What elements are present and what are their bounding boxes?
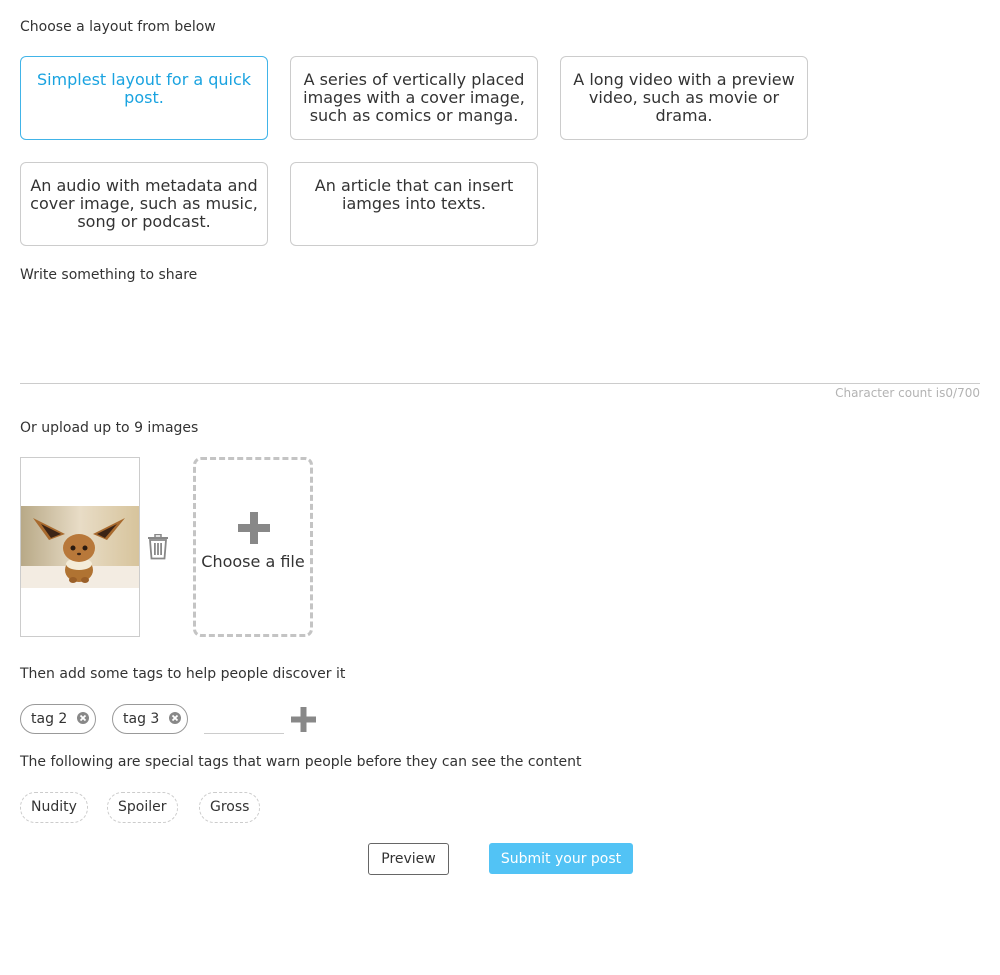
tag-label: tag 2: [31, 711, 68, 727]
character-count: Character count is0/700: [835, 386, 980, 400]
character-count-value: 0/700: [945, 386, 980, 400]
layout-option-audio[interactable]: An audio with metadata and cover image, …: [20, 162, 268, 246]
layout-option-article[interactable]: An article that can insert iamges into t…: [290, 162, 538, 246]
layout-option-text: An audio with metadata and cover image, …: [30, 176, 258, 231]
uploaded-image-thumbnail[interactable]: [20, 457, 140, 637]
layout-option-quick-post[interactable]: Simplest layout for a quick post.: [20, 56, 268, 140]
add-tag-plus-icon[interactable]: [291, 707, 316, 732]
layout-option-text: Simplest layout for a quick post.: [36, 70, 252, 107]
layout-option-text: A long video with a preview video, such …: [573, 70, 795, 125]
tags-section-label: Then add some tags to help people discov…: [20, 666, 346, 682]
layout-option-text: A series of vertically placed images wit…: [303, 70, 525, 125]
layout-option-comics[interactable]: A series of vertically placed images wit…: [290, 56, 538, 140]
warning-tag-nudity[interactable]: Nudity: [20, 792, 88, 823]
tag-pill: tag 3: [112, 704, 188, 734]
layout-option-text: An article that can insert iamges into t…: [314, 176, 514, 213]
submit-post-button[interactable]: Submit your post: [489, 843, 633, 874]
tag-label: tag 3: [123, 711, 160, 727]
text-section-label: Write something to share: [20, 267, 198, 283]
warning-tag-gross[interactable]: Gross: [199, 792, 261, 823]
warning-section-label: The following are special tags that warn…: [20, 754, 582, 770]
warning-tag-spoiler[interactable]: Spoiler: [107, 792, 178, 823]
eevee-thumbnail-icon: [21, 506, 139, 588]
post-text-input[interactable]: [20, 300, 980, 384]
close-icon[interactable]: [76, 712, 89, 724]
choose-file-label: Choose a file: [201, 552, 305, 571]
close-icon[interactable]: [168, 712, 181, 724]
character-count-prefix: Character count is: [835, 386, 946, 400]
layout-option-video[interactable]: A long video with a preview video, such …: [560, 56, 808, 140]
tag-input[interactable]: [204, 706, 284, 734]
tag-pill: tag 2: [20, 704, 96, 734]
layout-section-label: Choose a layout from below: [20, 19, 216, 35]
trash-icon[interactable]: [146, 534, 170, 560]
choose-file-dropzone[interactable]: Choose a file: [193, 457, 313, 637]
upload-section-label: Or upload up to 9 images: [20, 420, 199, 436]
preview-button[interactable]: Preview: [368, 843, 449, 875]
plus-icon: [238, 512, 270, 544]
